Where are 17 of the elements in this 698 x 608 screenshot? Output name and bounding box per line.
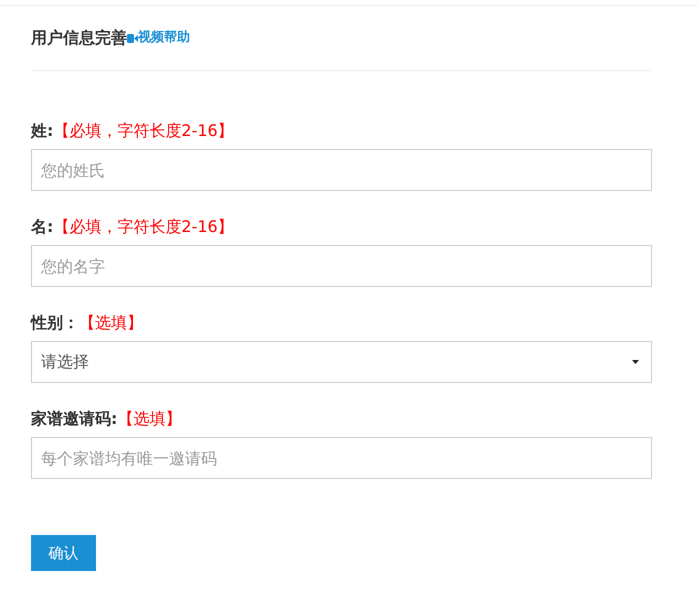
confirm-button[interactable]: 确认 (31, 535, 96, 571)
field-label: 家谱邀请码: (31, 408, 118, 430)
field-label: 姓: (31, 120, 54, 142)
video-icon (127, 34, 138, 42)
select-field[interactable]: 请选择 (31, 341, 652, 383)
field-hint: 【必填，字符长度2-16】 (53, 120, 234, 142)
caret-icon (632, 360, 639, 364)
input-field[interactable]: 您的名字 (31, 245, 652, 287)
field-label: 名: (31, 216, 54, 238)
input-field[interactable]: 您的姓氏 (31, 149, 652, 191)
field-hint: 【必填，字符长度2-16】 (53, 216, 234, 238)
video-help-link[interactable]: 视频帮助 (127, 28, 190, 48)
field-label: 性别： (31, 312, 79, 334)
input-field[interactable]: 每个家谱均有唯一邀请码 (31, 437, 652, 479)
field-hint: 【选填】 (79, 312, 143, 334)
page-title: 用户信息完善 (31, 27, 127, 49)
field-hint: 【选填】 (117, 408, 182, 430)
